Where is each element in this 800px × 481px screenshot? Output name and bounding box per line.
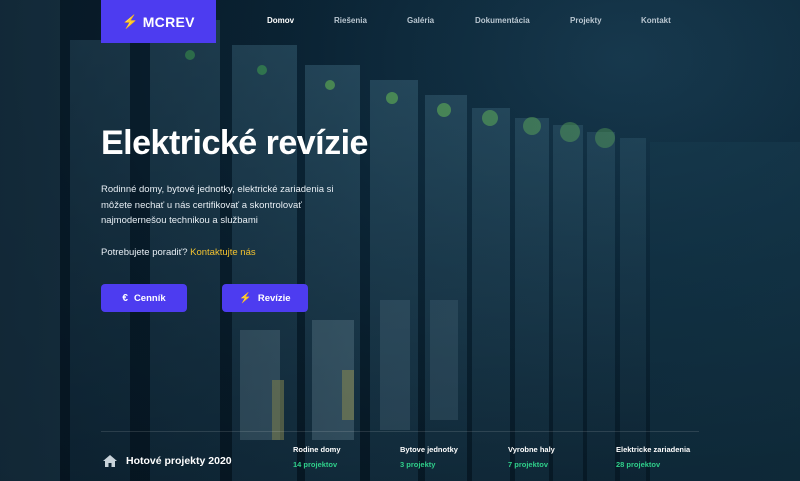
stat-count: 7 projektov <box>508 460 549 469</box>
contact-link[interactable]: Kontaktujte nás <box>190 247 256 258</box>
stat-elektricke-zariadenia: Elektricke zariadenia 28 projektov <box>616 445 690 469</box>
stat-label: Bytove jednotky <box>400 445 458 454</box>
stat-count: 28 projektov <box>616 460 661 469</box>
pricing-button[interactable]: € Cenník <box>101 284 187 312</box>
projects-title: Hotové projekty 2020 <box>126 455 232 467</box>
nav-item-kontakt[interactable]: Kontakt <box>641 16 671 25</box>
nav-item-riesenia[interactable]: Riešenia <box>334 16 367 25</box>
stat-label: Elektricke zariadenia <box>616 445 691 454</box>
stat-rodine-domy: Rodine domy 14 projektov <box>293 445 341 469</box>
home-icon <box>103 455 117 467</box>
stat-label: Rodine domy <box>293 445 341 454</box>
nav-item-dokumentacia[interactable]: Dokumentácia <box>475 16 530 25</box>
stat-label: Vyrobne haly <box>508 445 555 454</box>
nav-item-galeria[interactable]: Galéria <box>407 16 434 25</box>
help-text: Potrebujete poradiť? <box>101 247 188 258</box>
stat-count: 3 projekty <box>400 460 436 469</box>
divider <box>101 431 699 432</box>
nav-item-projekty[interactable]: Projekty <box>570 16 602 25</box>
lightning-bolt-icon: ⚡ <box>239 292 252 304</box>
pricing-button-label: Cenník <box>133 292 166 304</box>
hero-overlay <box>0 0 800 481</box>
hero-help-line: Potrebujete poradiť? Kontaktujte nás <box>101 247 256 258</box>
nav-item-domov[interactable]: Domov <box>267 16 294 25</box>
hero-title: Elektrické revízie <box>101 124 368 162</box>
projects-heading: Hotové projekty 2020 <box>103 455 232 467</box>
main-navigation: Domov Riešenia Galéria Dokumentácia Proj… <box>0 16 800 30</box>
stat-count: 14 projektov <box>293 460 338 469</box>
revisions-button-label: Revízie <box>257 292 291 304</box>
euro-icon: € <box>122 292 128 304</box>
stat-bytove-jednotky: Bytove jednotky 3 projekty <box>400 445 458 469</box>
hero-description: Rodinné domy, bytové jednotky, elektrick… <box>101 184 334 226</box>
stat-vyrobne-haly: Vyrobne haly 7 projektov <box>508 445 555 469</box>
revisions-button[interactable]: ⚡ Revízie <box>222 284 308 312</box>
